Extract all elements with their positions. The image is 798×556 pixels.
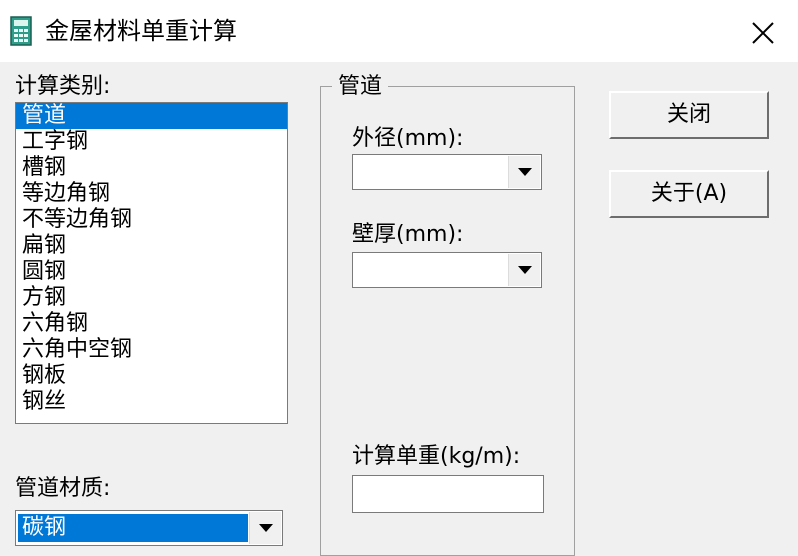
list-item[interactable]: 钢板 xyxy=(16,363,287,389)
list-item[interactable]: 圆钢 xyxy=(16,259,287,285)
dropdown-button[interactable] xyxy=(508,156,540,188)
list-item[interactable]: 槽钢 xyxy=(16,155,287,181)
title-bar: 金屋材料单重计算 xyxy=(0,0,798,62)
window-title: 金屋材料单重计算 xyxy=(45,17,237,45)
outer-diameter-label: 外径(mm): xyxy=(352,126,464,151)
material-value: 碳钢 xyxy=(18,514,248,542)
unit-weight-field[interactable] xyxy=(352,475,544,513)
list-item[interactable]: 钢丝 xyxy=(16,389,287,415)
group-title: 管道 xyxy=(332,74,389,100)
outer-diameter-value xyxy=(355,158,505,186)
material-select[interactable]: 碳钢 xyxy=(15,510,283,546)
close-button[interactable]: 关闭 xyxy=(609,91,769,139)
list-item[interactable]: 不等边角钢 xyxy=(16,207,287,233)
wall-thickness-label: 壁厚(mm): xyxy=(352,222,464,247)
chevron-down-icon xyxy=(518,266,532,274)
wall-thickness-select[interactable] xyxy=(352,252,542,288)
list-item[interactable]: 方钢 xyxy=(16,285,287,311)
material-label: 管道材质: xyxy=(15,476,111,501)
list-item[interactable]: 六角钢 xyxy=(16,311,287,337)
category-label: 计算类别: xyxy=(15,74,111,99)
list-item[interactable]: 等边角钢 xyxy=(16,181,287,207)
list-item[interactable]: 管道 xyxy=(16,103,287,129)
chevron-down-icon xyxy=(518,168,532,176)
wall-thickness-value xyxy=(355,256,505,284)
calculator-icon xyxy=(10,16,32,46)
outer-diameter-select[interactable] xyxy=(352,154,542,190)
chevron-down-icon xyxy=(259,524,273,532)
unit-weight-label: 计算单重(kg/m): xyxy=(352,444,521,469)
list-item[interactable]: 扁钢 xyxy=(16,233,287,259)
dropdown-button[interactable] xyxy=(249,512,281,544)
about-button[interactable]: 关于(A) xyxy=(609,170,769,218)
list-item[interactable]: 六角中空钢 xyxy=(16,337,287,363)
dropdown-button[interactable] xyxy=(508,254,540,286)
list-item[interactable]: 工字钢 xyxy=(16,129,287,155)
category-listbox[interactable]: 管道 工字钢 槽钢 等边角钢 不等边角钢 扁钢 圆钢 方钢 六角钢 六角中空钢 … xyxy=(15,102,288,424)
close-icon[interactable] xyxy=(748,18,778,48)
